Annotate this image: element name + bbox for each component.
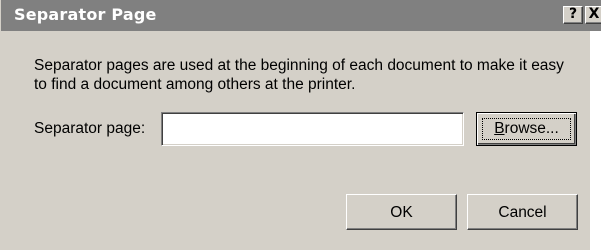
cancel-button[interactable]: Cancel xyxy=(467,194,578,230)
cancel-label: Cancel xyxy=(498,204,547,221)
ok-label: OK xyxy=(390,204,413,221)
title-bar[interactable]: Separator Page ? X xyxy=(1,0,601,31)
separator-page-dialog: Separator Page ? X Separator pages are u… xyxy=(0,0,601,250)
help-icon: ? xyxy=(568,6,578,22)
browse-button[interactable]: Browse... xyxy=(476,112,577,146)
browse-label: Browse... xyxy=(494,120,559,137)
window-title: Separator Page xyxy=(14,5,157,24)
description-text: Separator pages are used at the beginnin… xyxy=(34,57,564,93)
ok-button[interactable]: OK xyxy=(346,194,457,230)
help-button[interactable]: ? xyxy=(563,6,583,24)
separator-page-input[interactable] xyxy=(161,112,464,146)
background-edge xyxy=(590,31,601,250)
separator-page-label: Separator page: xyxy=(34,120,146,137)
close-button[interactable]: X xyxy=(585,6,601,24)
close-icon: X xyxy=(588,6,600,22)
